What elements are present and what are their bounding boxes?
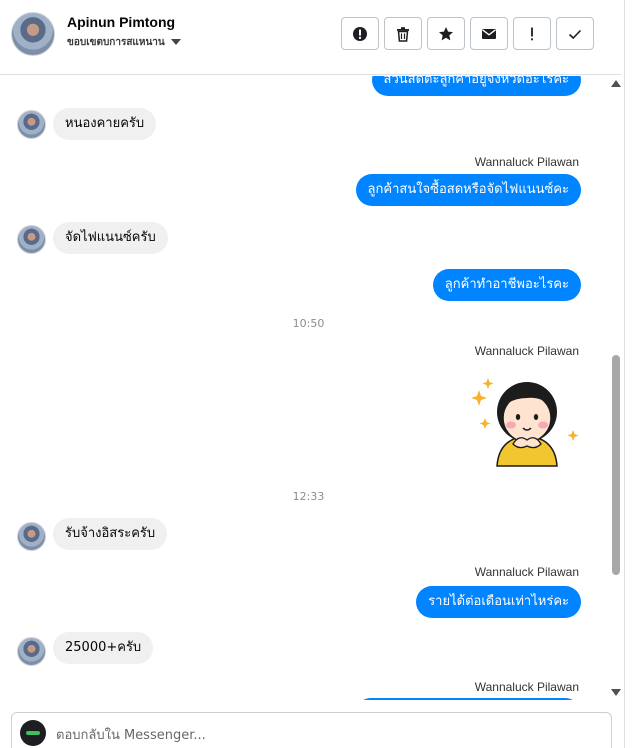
contact-avatar[interactable] [11, 12, 55, 56]
page-avatar [20, 720, 46, 746]
reply-composer[interactable] [11, 712, 612, 748]
sender-name: Wannaluck Pilawan [474, 155, 579, 169]
scroll-down-arrow-icon[interactable] [611, 689, 621, 696]
contact-subtitle: ขอบเขตบการสแหนาน [67, 37, 165, 48]
star-icon [439, 26, 453, 40]
message-incoming[interactable]: 25000+ครับ [53, 632, 154, 664]
delete-button[interactable] [384, 17, 422, 50]
message-outgoing[interactable]: ลูกค้าทำอาชีพอะไรคะ [432, 269, 581, 301]
sender-name: Wannaluck Pilawan [474, 344, 579, 358]
check-icon [568, 29, 582, 39]
message-outgoing[interactable]: ส่วนสดตะลูกค้าอยู่จังหวัดอะไรคะ [371, 76, 581, 96]
message-incoming[interactable]: จัดไฟแนนซ์ครับ [53, 222, 168, 254]
sticker-image[interactable] [469, 368, 581, 468]
message-outgoing-partial[interactable] [355, 698, 581, 700]
conversation-header: Apinun Pimtong ขอบเขตบการสแหนาน [0, 0, 621, 75]
contact-name[interactable]: Apinun Pimtong [67, 14, 175, 30]
contact-subtitle-dropdown[interactable]: ขอบเขตบการสแหนาน [67, 35, 181, 50]
contact-avatar-small[interactable] [17, 110, 46, 139]
message-outgoing[interactable]: ลูกค้าสนใจซื้อสดหรือจัดไฟแนนซ์คะ [355, 174, 581, 206]
follow-up-button[interactable] [513, 17, 551, 50]
message-outgoing[interactable]: รายได้ต่อเดือนเท่าไหร่คะ [416, 586, 581, 618]
action-toolbar [341, 17, 594, 50]
timestamp: 12:33 [292, 490, 325, 503]
contact-avatar-small[interactable] [17, 637, 46, 666]
caret-down-icon [170, 39, 181, 45]
scroll-up-arrow-icon[interactable] [611, 80, 621, 87]
message-incoming[interactable]: หนองคายครับ [53, 108, 157, 140]
sender-name: Wannaluck Pilawan [474, 565, 579, 579]
spam-button[interactable] [341, 17, 379, 50]
contact-avatar-small[interactable] [17, 225, 46, 254]
scrollbar-thumb[interactable] [612, 355, 620, 575]
sticker-girl-icon [471, 378, 579, 467]
contact-avatar-small[interactable] [17, 522, 46, 551]
exclamation-icon [531, 27, 533, 40]
envelope-icon [482, 28, 496, 39]
message-thread[interactable]: ส่วนสดตะลูกค้าอยู่จังหวัดอะไรคะ หนองคายค… [0, 76, 609, 700]
reply-input[interactable] [56, 723, 596, 747]
panel-divider [624, 0, 625, 748]
sender-name: Wannaluck Pilawan [474, 680, 579, 694]
alert-circle-icon [353, 26, 367, 41]
message-incoming[interactable]: รับจ้างอิสระครับ [53, 518, 168, 550]
mark-unread-button[interactable] [470, 17, 508, 50]
done-button[interactable] [556, 17, 594, 50]
trash-icon [397, 26, 409, 42]
star-button[interactable] [427, 17, 465, 50]
timestamp: 10:50 [292, 317, 325, 330]
